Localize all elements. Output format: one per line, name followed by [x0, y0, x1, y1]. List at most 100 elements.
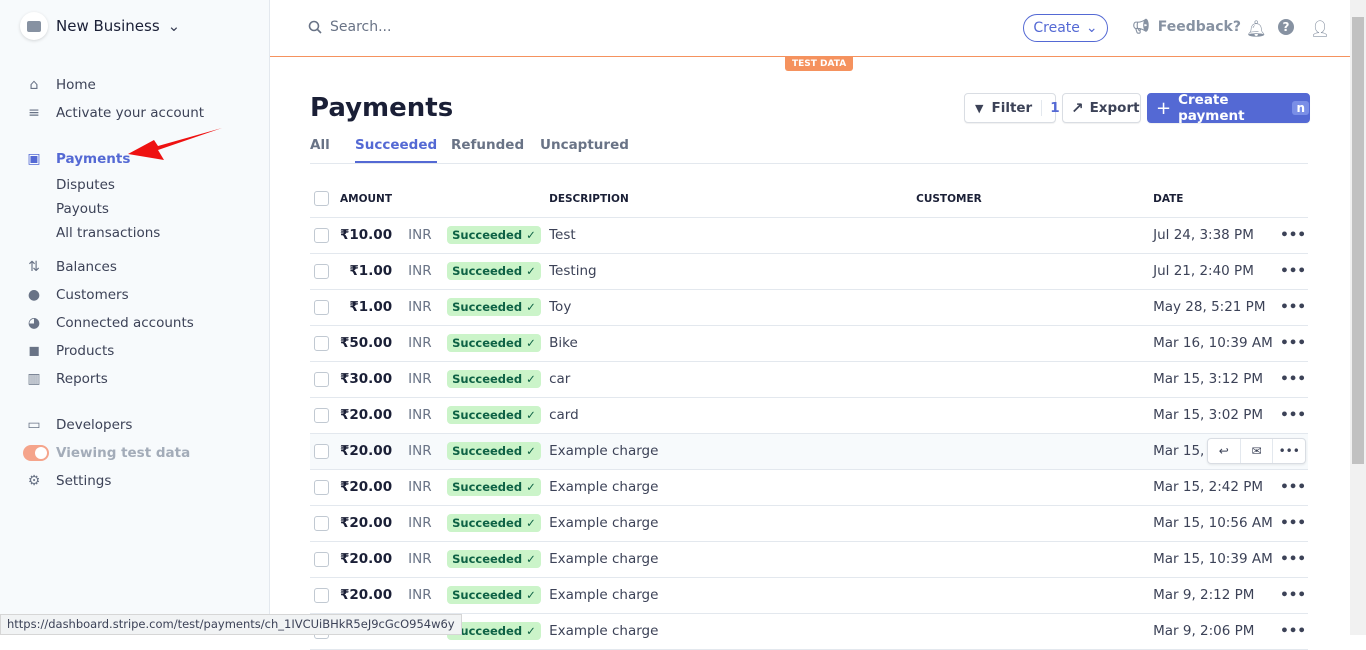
- currency: INR: [408, 577, 448, 614]
- row-checkbox[interactable]: [314, 407, 329, 423]
- more-icon[interactable]: •••: [1278, 613, 1308, 650]
- test-data-toggle[interactable]: [23, 445, 49, 461]
- sidebar: New Business ⌄ ⌂ Home ≡ Activate your accou…: [0, 0, 270, 635]
- currency: INR: [408, 541, 448, 578]
- sidebar-item-label: All transactions: [56, 225, 161, 241]
- table-row[interactable]: ₹20.00 INR Succeeded ✓ Example charge Mar 15…: [310, 505, 1308, 542]
- tab-all[interactable]: All: [310, 137, 330, 161]
- customer: [916, 397, 1154, 434]
- table-row[interactable]: ₹20.00 INR Succeeded ✓ Example charge Mar 15…: [310, 433, 1308, 470]
- export-button[interactable]: ↗ Export: [1062, 93, 1141, 123]
- search-input[interactable]: Search...: [308, 19, 391, 35]
- more-icon[interactable]: •••: [1278, 469, 1308, 506]
- customer: [916, 361, 1154, 398]
- date: Jul 24, 3:38 PM: [1153, 217, 1279, 254]
- create-payment-button[interactable]: + Create payment n: [1147, 92, 1310, 124]
- column-description[interactable]: DESCRIPTION: [549, 181, 917, 218]
- refund-icon[interactable]: ↩: [1208, 439, 1241, 463]
- sidebar-item-reports[interactable]: ▥ Reports: [0, 367, 270, 391]
- row-checkbox[interactable]: [314, 335, 329, 351]
- table-row[interactable]: ₹10.00 INR Succeeded ✓ Test Jul 24, 3:38 PM •…: [310, 217, 1308, 254]
- more-icon[interactable]: •••: [1278, 541, 1308, 578]
- sidebar-item-developers[interactable]: ▭ Developers: [0, 413, 270, 437]
- table-row[interactable]: ₹50.00 INR Succeeded ✓ Bike Mar 16, 10:39 AM…: [310, 325, 1308, 362]
- sidebar-item-connected-accounts[interactable]: ◕ Connected accounts: [0, 311, 270, 335]
- select-all-checkbox[interactable]: [314, 191, 329, 207]
- date: Mar 15, 2:42 PM: [1153, 469, 1279, 506]
- row-checkbox[interactable]: [314, 263, 329, 279]
- table-row[interactable]: ₹1.00 INR Succeeded ✓ Testing Jul 21, 2:40 P…: [310, 253, 1308, 290]
- sidebar-item-balances[interactable]: ⇅ Balances: [0, 255, 270, 279]
- tab-succeeded[interactable]: Succeeded: [355, 137, 438, 163]
- table-row[interactable]: ₹20.00 INR Succeeded ✓ Example charge Mar 15…: [310, 541, 1308, 578]
- date: Mar 15, 3:02 PM: [1153, 397, 1279, 434]
- currency: INR: [408, 217, 448, 254]
- currency: INR: [408, 325, 448, 362]
- date: Mar 15, 10:39 AM: [1153, 541, 1279, 578]
- amount: ₹30.00: [340, 361, 409, 398]
- chevron-down-icon: ⌄: [167, 17, 181, 35]
- create-button[interactable]: Create ⌄: [1023, 14, 1108, 42]
- bell-icon[interactable]: 🔔︎: [1246, 19, 1266, 38]
- check-icon: ✓: [526, 624, 536, 638]
- tab-uncaptured[interactable]: Uncaptured: [540, 137, 629, 161]
- more-icon[interactable]: •••: [1278, 397, 1308, 434]
- column-date[interactable]: DATE: [1153, 181, 1279, 218]
- sidebar-item-label: Products: [56, 343, 115, 359]
- row-checkbox[interactable]: [314, 443, 329, 459]
- customer-icon: ●: [27, 287, 41, 303]
- scrollbar[interactable]: [1350, 0, 1366, 635]
- sidebar-item-payouts[interactable]: Payouts: [0, 197, 270, 221]
- sidebar-item-viewing-test-data[interactable]: Viewing test data: [0, 441, 270, 465]
- sidebar-item-label: Disputes: [56, 177, 115, 193]
- row-checkbox[interactable]: [314, 479, 329, 495]
- sidebar-item-settings[interactable]: ⚙ Settings: [0, 469, 270, 493]
- description: Testing: [549, 253, 917, 290]
- sidebar-item-products[interactable]: ◼ Products: [0, 339, 270, 363]
- row-checkbox[interactable]: [314, 299, 329, 315]
- page-title: Payments: [310, 93, 454, 123]
- more-icon[interactable]: •••: [1278, 505, 1308, 542]
- row-checkbox[interactable]: [314, 551, 329, 567]
- more-icon[interactable]: •••: [1278, 577, 1308, 614]
- status-badge: Succeeded ✓: [447, 406, 541, 424]
- more-icon[interactable]: •••: [1278, 361, 1308, 398]
- feedback-button[interactable]: 📢︎ Feedback?: [1132, 19, 1241, 35]
- sidebar-item-all-transactions[interactable]: All transactions: [0, 221, 270, 245]
- description: Example charge: [549, 577, 917, 614]
- help-icon[interactable]: ?: [1278, 19, 1294, 35]
- table-row[interactable]: ₹20.00 INR Succeeded ✓ Example charge Mar 9,…: [310, 577, 1308, 614]
- tab-refunded[interactable]: Refunded: [451, 137, 524, 161]
- user-icon[interactable]: 👤︎: [1310, 19, 1330, 38]
- description: Example charge: [549, 541, 917, 578]
- row-checkbox[interactable]: [314, 587, 329, 603]
- more-icon[interactable]: •••: [1278, 253, 1308, 290]
- table-row[interactable]: ₹20.00 INR Succeeded ✓ card Mar 15, 3:02 PM •…: [310, 397, 1308, 434]
- row-checkbox[interactable]: [314, 515, 329, 531]
- status-badge: Succeeded ✓: [447, 586, 541, 604]
- table-row[interactable]: ₹30.00 INR Succeeded ✓ car Mar 15, 3:12 PM ••…: [310, 361, 1308, 398]
- column-amount[interactable]: AMOUNT: [340, 181, 409, 218]
- table-row[interactable]: ₹20.00 INR Succeeded ✓ Example charge Mar 15…: [310, 469, 1308, 506]
- more-icon[interactable]: •••: [1278, 289, 1308, 326]
- amount: ₹20.00: [340, 505, 409, 542]
- more-icon[interactable]: •••: [1278, 325, 1308, 362]
- more-icon[interactable]: •••: [1273, 439, 1305, 463]
- row-checkbox[interactable]: [314, 227, 329, 243]
- sidebar-item-customers[interactable]: ● Customers: [0, 283, 270, 307]
- check-icon: ✓: [526, 516, 536, 530]
- sidebar-item-disputes[interactable]: Disputes: [0, 173, 270, 197]
- table-row[interactable]: ₹1.00 INR Succeeded ✓ Toy May 28, 5:21 PM •••: [310, 289, 1308, 326]
- plus-icon: +: [1156, 97, 1172, 119]
- business-switcher[interactable]: New Business ⌄: [20, 12, 180, 40]
- row-checkbox[interactable]: [314, 371, 329, 387]
- description: car: [549, 361, 917, 398]
- sidebar-item-home[interactable]: ⌂ Home: [0, 73, 270, 97]
- customer: [916, 217, 1154, 254]
- more-icon[interactable]: •••: [1278, 217, 1308, 254]
- annotation-arrow: [128, 128, 222, 160]
- column-customer[interactable]: CUSTOMER: [916, 181, 1154, 218]
- email-icon[interactable]: ✉: [1241, 439, 1274, 463]
- sidebar-item-activate-your-account[interactable]: ≡ Activate your account: [0, 101, 270, 125]
- filter-button[interactable]: ▼ Filter 1: [964, 93, 1060, 123]
